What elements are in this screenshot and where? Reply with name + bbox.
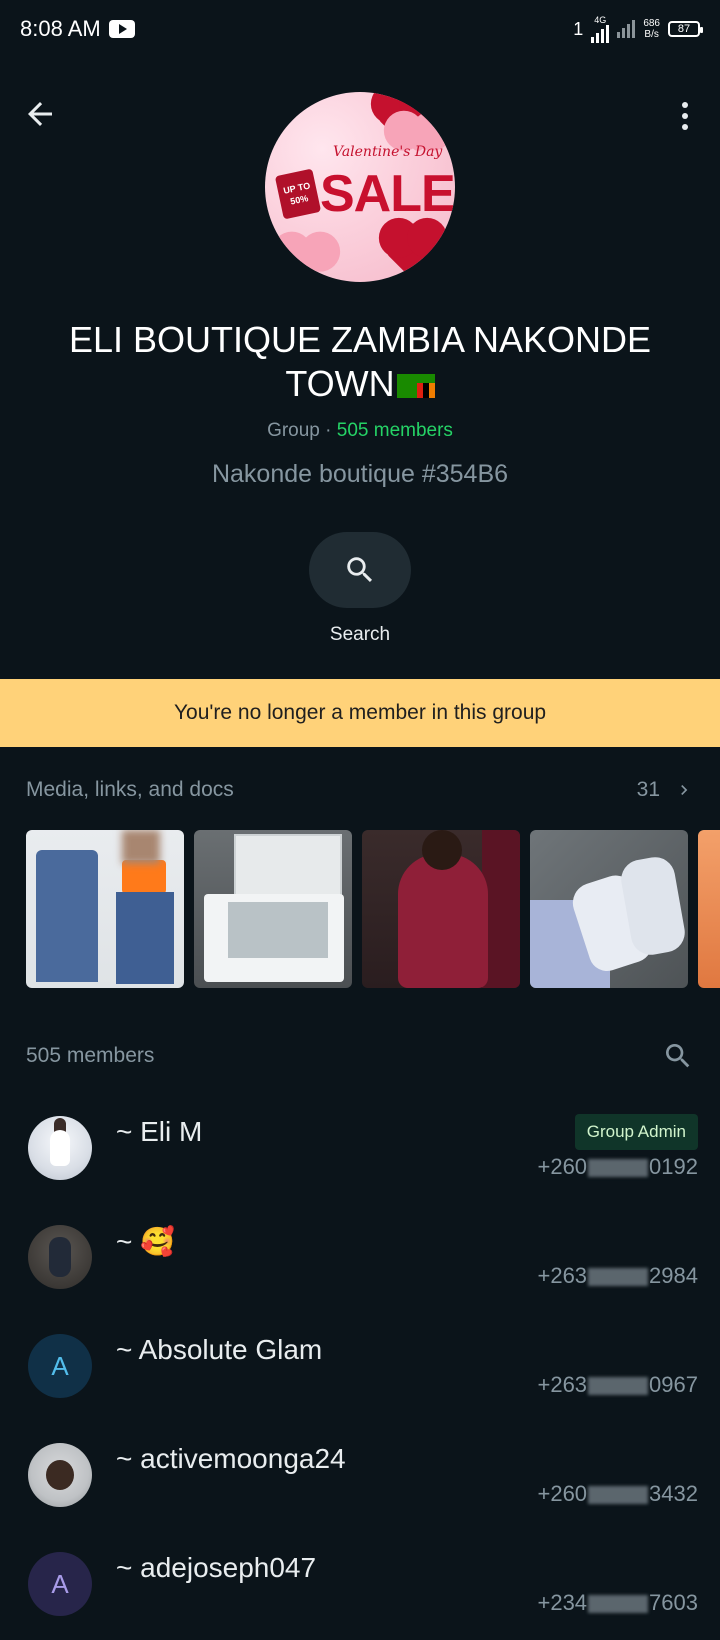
member-phone: +260 3432 <box>537 1481 698 1507</box>
signal-strength-2-icon <box>617 20 636 38</box>
back-button[interactable] <box>22 96 58 132</box>
battery-icon: 87 <box>668 21 703 37</box>
media-count: 31 <box>636 778 660 801</box>
phone-suffix: 0192 <box>649 1154 698 1179</box>
battery-level: 87 <box>677 23 691 35</box>
phone-prefix: +263 <box>537 1263 588 1288</box>
group-admin-badge: Group Admin <box>574 1114 698 1150</box>
phone-prefix: +260 <box>537 1481 588 1506</box>
network-speed: 686 B/s <box>643 18 660 40</box>
phone-prefix: +260 <box>537 1154 588 1179</box>
member-list: ~ Eli M Group Admin +260 0192 ~ 🥰 +263 298… <box>0 1100 720 1640</box>
media-thumbnail-freezer[interactable] <box>194 830 352 988</box>
member-phone: +263 2984 <box>537 1263 698 1289</box>
media-thumbnail-tracksuit[interactable] <box>362 830 520 988</box>
search-members-icon[interactable] <box>662 1040 694 1072</box>
member-row[interactable]: ~ activemoonga24 +260 3432 <box>0 1427 720 1536</box>
phone-suffix: 7603 <box>649 1590 698 1615</box>
group-title-text: ELI BOUTIQUE ZAMBIA NAKONDE TOWN <box>68 319 652 404</box>
avatar[interactable]: A <box>28 1334 92 1398</box>
zambia-flag-icon <box>396 374 435 398</box>
media-header[interactable]: Media, links, and docs 31 <box>26 778 694 802</box>
phone-prefix: +263 <box>537 1372 588 1397</box>
not-member-banner: You're no longer a member in this group <box>0 679 720 747</box>
arrow-left-icon <box>28 102 52 126</box>
chevron-right-icon <box>681 785 688 795</box>
media-thumbnail-sneakers[interactable] <box>530 830 688 988</box>
avatar[interactable] <box>28 1443 92 1507</box>
network-type: 4G <box>594 15 607 25</box>
member-name: ~ 🥰 <box>116 1226 175 1257</box>
search-label: Search <box>329 624 391 645</box>
avatar[interactable] <box>28 1225 92 1289</box>
media-thumbnail-partial[interactable] <box>698 830 720 988</box>
network-speed-unit: B/s <box>644 29 659 40</box>
member-phone: +234 7603 <box>537 1590 698 1616</box>
group-member-count[interactable]: 505 members <box>337 420 453 441</box>
member-name: ~ activemoonga24 <box>116 1443 346 1474</box>
members-header: 505 members <box>26 1040 694 1072</box>
avatar-sale-text: SALE <box>320 165 455 223</box>
media-strip <box>26 830 720 988</box>
member-name: ~ Eli M <box>116 1116 203 1147</box>
search-icon <box>347 557 373 583</box>
member-name: ~ Absolute Glam <box>116 1334 323 1365</box>
youtube-notification-icon <box>108 20 135 38</box>
member-phone: +263 0967 <box>537 1372 698 1398</box>
more-options-button[interactable] <box>672 98 698 134</box>
group-avatar[interactable]: Valentine's Day SALE UP TO 50% <box>265 92 455 282</box>
signal-strength-icon <box>591 25 610 43</box>
member-phone: +260 0192 <box>537 1154 698 1180</box>
avatar[interactable] <box>28 1116 92 1180</box>
search-button[interactable] <box>309 532 411 608</box>
heart-decoration <box>384 223 442 281</box>
avatar-tag: UP TO 50% <box>274 168 322 220</box>
phone-suffix: 2984 <box>649 1263 698 1288</box>
phone-suffix: 0967 <box>649 1372 698 1397</box>
sim-indicator: 1 <box>573 18 584 39</box>
member-row[interactable]: ~ Eli M Group Admin +260 0192 <box>0 1100 720 1209</box>
media-title: Media, links, and docs <box>26 778 234 801</box>
group-meta: Group · 505 members <box>0 420 720 442</box>
status-time: 8:08 AM <box>20 16 101 41</box>
media-thumbnail-jeans[interactable] <box>26 830 184 988</box>
member-row[interactable]: A ~ Absolute Glam +263 0967 <box>0 1318 720 1427</box>
member-row[interactable]: ~ 🥰 +263 2984 <box>0 1209 720 1318</box>
avatar-script-text: Valentine's Day <box>333 144 443 160</box>
group-type: Group <box>267 420 320 441</box>
member-name: ~ adejoseph047 <box>116 1552 317 1583</box>
meta-separator: · <box>325 420 332 441</box>
member-row[interactable]: A ~ adejoseph047 +234 7603 <box>0 1536 720 1640</box>
network-speed-value: 686 <box>643 18 660 29</box>
group-title: ELI BOUTIQUE ZAMBIA NAKONDE TOWN <box>40 318 680 406</box>
members-title: 505 members <box>26 1044 155 1067</box>
phone-suffix: 3432 <box>649 1481 698 1506</box>
not-member-text: You're no longer a member in this group <box>173 701 547 724</box>
avatar[interactable]: A <box>28 1552 92 1616</box>
status-bar: 8:08 AM 1 4G 686 B/s 87 <box>0 0 720 58</box>
phone-prefix: +234 <box>537 1590 588 1615</box>
more-vertical-icon <box>682 102 688 108</box>
group-description: Nakonde boutique #354B6 <box>211 460 509 488</box>
heart-decoration <box>290 237 322 269</box>
